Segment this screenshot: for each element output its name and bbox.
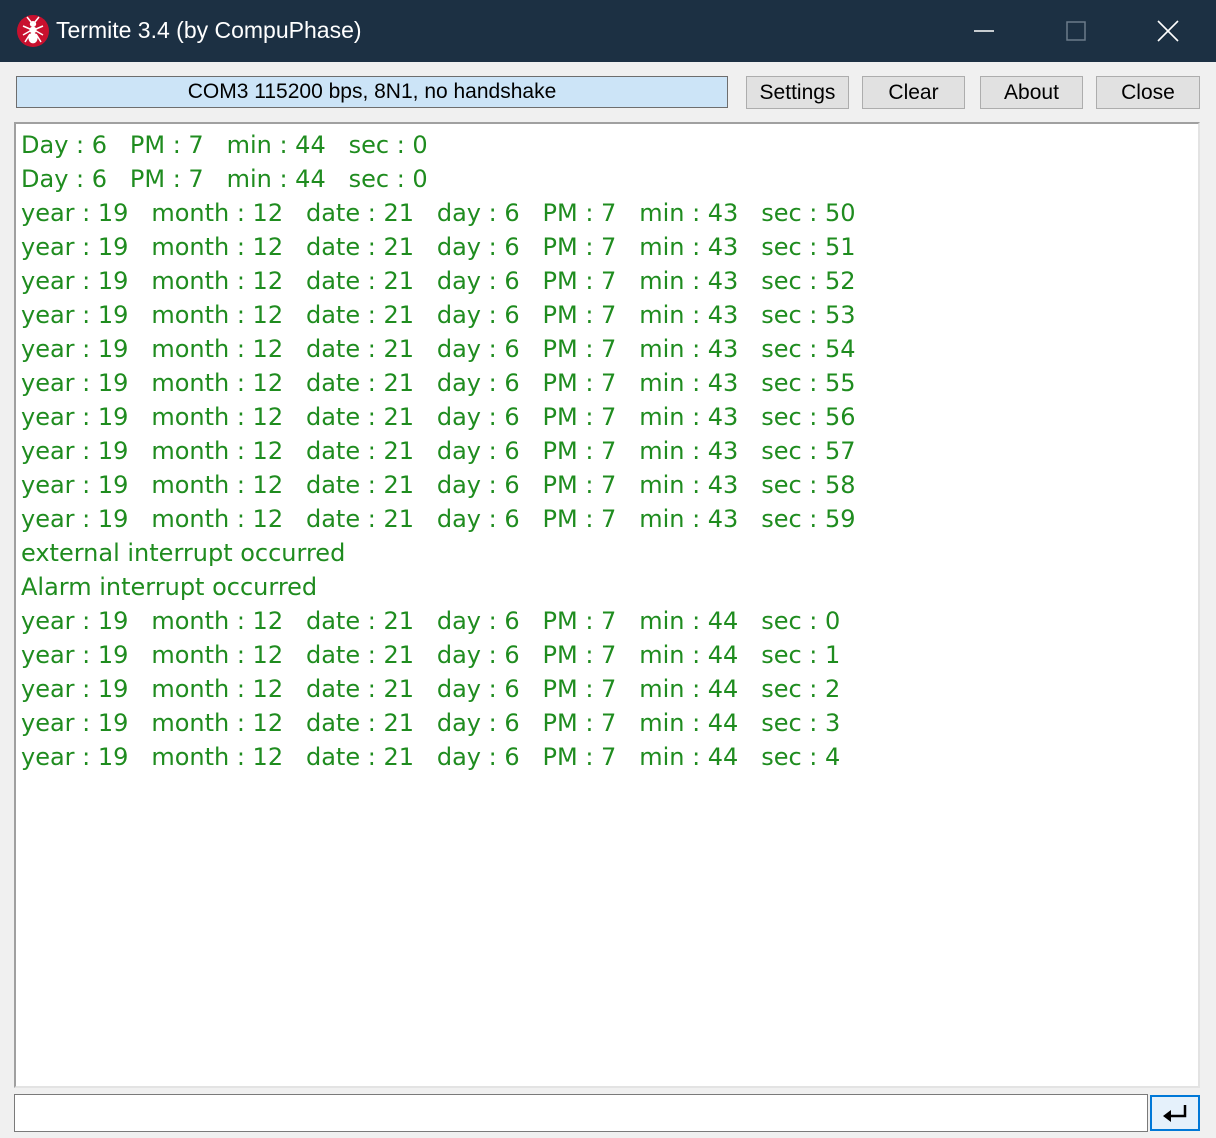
terminal-line: year : 19 month : 12 date : 21 day : 6 P… xyxy=(21,335,856,363)
enter-icon xyxy=(1163,1105,1187,1122)
terminal-line: year : 19 month : 12 date : 21 day : 6 P… xyxy=(21,675,841,703)
clear-button[interactable]: Clear xyxy=(862,76,965,109)
terminal-line: year : 19 month : 12 date : 21 day : 6 P… xyxy=(21,709,841,737)
ant-icon xyxy=(17,15,49,47)
minimize-icon xyxy=(974,30,994,32)
terminal-line: year : 19 month : 12 date : 21 day : 6 P… xyxy=(21,301,856,329)
terminal-line: year : 19 month : 12 date : 21 day : 6 P… xyxy=(21,641,841,669)
terminal-line: Day : 6 PM : 7 min : 44 sec : 0 xyxy=(21,131,428,159)
terminal-line: year : 19 month : 12 date : 21 day : 6 P… xyxy=(21,743,841,771)
terminal-line: year : 19 month : 12 date : 21 day : 6 P… xyxy=(21,199,856,227)
terminal-line: year : 19 month : 12 date : 21 day : 6 P… xyxy=(21,369,856,397)
terminal-line: year : 19 month : 12 date : 21 day : 6 P… xyxy=(21,233,856,261)
window-close-button[interactable] xyxy=(1122,0,1214,62)
window-title: Termite 3.4 (by CompuPhase) xyxy=(56,17,362,43)
maximize-icon xyxy=(1066,21,1086,41)
terminal-line: year : 19 month : 12 date : 21 day : 6 P… xyxy=(21,267,856,295)
terminal-line: year : 19 month : 12 date : 21 day : 6 P… xyxy=(21,607,841,635)
send-input[interactable] xyxy=(14,1094,1148,1132)
terminal-line: year : 19 month : 12 date : 21 day : 6 P… xyxy=(21,403,856,431)
settings-button[interactable]: Settings xyxy=(746,76,849,109)
send-button[interactable] xyxy=(1150,1095,1200,1131)
terminal-line: year : 19 month : 12 date : 21 day : 6 P… xyxy=(21,505,856,533)
terminal-output[interactable]: Day : 6 PM : 7 min : 44 sec : 0 Day : 6 … xyxy=(14,122,1200,1088)
close-icon xyxy=(1157,20,1179,42)
port-status: COM3 115200 bps, 8N1, no handshake xyxy=(16,76,728,108)
terminal-lines: Day : 6 PM : 7 min : 44 sec : 0 Day : 6 … xyxy=(21,128,856,774)
close-button[interactable]: Close xyxy=(1096,76,1200,109)
terminal-line: external interrupt occurred xyxy=(21,539,346,567)
terminal-line: Day : 6 PM : 7 min : 44 sec : 0 xyxy=(21,165,428,193)
maximize-button[interactable] xyxy=(1030,0,1122,62)
terminal-line: year : 19 month : 12 date : 21 day : 6 P… xyxy=(21,437,856,465)
title-bar[interactable]: Termite 3.4 (by CompuPhase) xyxy=(0,0,1216,62)
minimize-button[interactable] xyxy=(938,0,1030,62)
terminal-line: year : 19 month : 12 date : 21 day : 6 P… xyxy=(21,471,856,499)
terminal-line: Alarm interrupt occurred xyxy=(21,573,318,601)
about-button[interactable]: About xyxy=(980,76,1083,109)
